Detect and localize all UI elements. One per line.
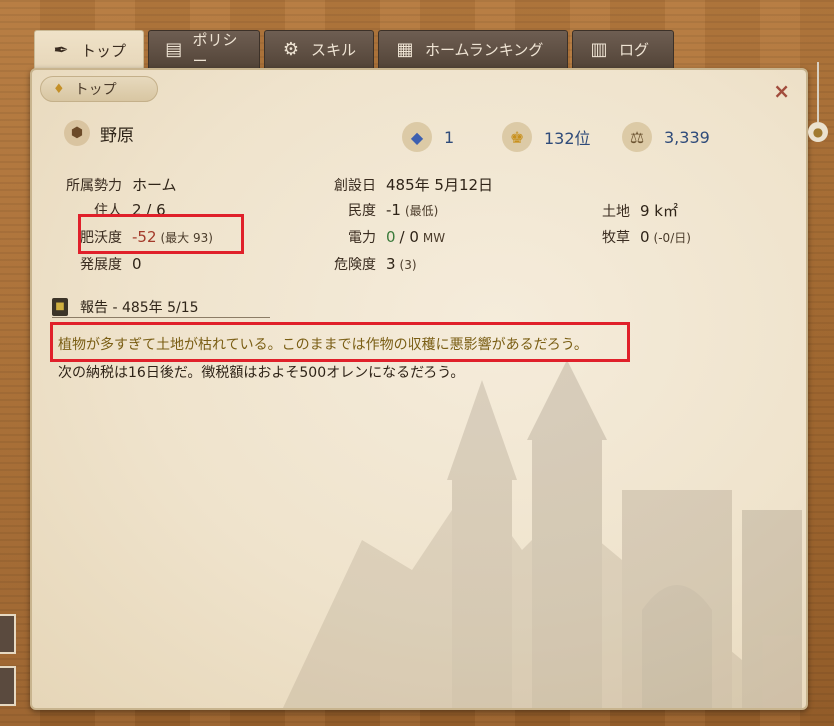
field-value: 0 xyxy=(640,228,650,246)
signpost-icon: ⬢ xyxy=(64,120,90,146)
tab-label: ポリシー xyxy=(192,30,238,70)
field-label: 所属勢力 xyxy=(66,178,122,194)
field-land: 土地 9 k㎡ xyxy=(540,200,678,221)
breadcrumb: ♦ トップ xyxy=(40,76,158,102)
field-development: 発展度 0 xyxy=(32,254,142,274)
tab-label: スキル xyxy=(311,41,357,59)
crystal-icon: ◆ xyxy=(402,122,432,152)
gear-icon: ⚙ xyxy=(282,39,300,60)
home-name: ⬢ 野原 xyxy=(64,120,134,146)
field-value: 0 xyxy=(132,255,142,273)
home-name-label: 野原 xyxy=(100,125,134,146)
trophy-icon: ♚ xyxy=(502,122,532,152)
field-value: -1 xyxy=(386,201,401,219)
report-book-icon: ■ xyxy=(52,297,68,316)
report-title: 報告 - 485年 5/15 xyxy=(80,299,199,316)
field-label: 土地 xyxy=(602,204,630,220)
balance-value: 3,339 xyxy=(664,127,710,147)
location-pin-icon: ♦ xyxy=(53,81,65,97)
ranking-book-icon: ▦ xyxy=(396,39,414,60)
side-hanger: ● xyxy=(808,62,828,152)
field-note: (3) xyxy=(399,258,417,272)
field-value: 0 xyxy=(386,228,396,246)
quill-pen-icon: ✒ xyxy=(53,40,69,61)
report-header: ■ 報告 - 485年 5/15 xyxy=(52,296,270,318)
field-label: 創設日 xyxy=(334,178,376,194)
field-power: 電力 0 / 0 MW xyxy=(286,227,445,247)
tab-label: ホームランキング xyxy=(425,41,544,59)
rank-value: 132位 xyxy=(544,129,591,148)
main-panel: ♦ トップ × ⬢ 野原 ◆ 1 ♚ 132位 ⚖ 3,339 所属勢力 ホーム… xyxy=(30,68,808,710)
scroll-icon: ▤ xyxy=(165,39,183,60)
hanger-clip-icon: ● xyxy=(808,122,828,142)
log-scroll-icon: ▥ xyxy=(590,39,608,60)
field-label: 牧草 xyxy=(602,230,630,246)
tab-label: ログ xyxy=(619,41,650,59)
report-message: 植物が多すぎて土地が枯れている。このままでは作物の収穫に悪影響があるだろう。 xyxy=(58,337,588,353)
field-label: 民度 xyxy=(348,203,376,219)
field-value: ホーム xyxy=(132,176,177,194)
crystal-stat: ◆ 1 xyxy=(402,122,454,152)
field-danger: 危険度 3 (3) xyxy=(286,254,417,274)
report-message: 次の納税は16日後だ。徴税額はおよそ500オレンになるだろう。 xyxy=(58,365,465,381)
fertility-highlight xyxy=(78,214,244,254)
scales-icon: ⚖ xyxy=(622,122,652,152)
balance-stat: ⚖ 3,339 xyxy=(622,122,710,152)
side-panel-fragment xyxy=(0,666,16,706)
field-pasture: 牧草 0 (-0/日) xyxy=(540,227,691,247)
field-note: (最低) xyxy=(404,204,439,218)
tab-log[interactable]: ▥ ログ xyxy=(572,30,674,68)
field-label: 電力 xyxy=(348,230,376,246)
field-label: 危険度 xyxy=(334,257,376,273)
field-morale: 民度 -1 (最低) xyxy=(286,200,438,220)
field-founded: 創設日 485年 5月12日 xyxy=(286,174,493,195)
field-value: 485年 5月12日 xyxy=(386,176,494,194)
field-value: 3 xyxy=(386,255,396,273)
crystal-value: 1 xyxy=(444,127,455,147)
side-panel-fragment xyxy=(0,614,16,654)
close-button[interactable]: × xyxy=(773,79,790,103)
field-unit: MW xyxy=(422,231,446,245)
field-faction: 所属勢力 ホーム xyxy=(32,174,177,195)
field-note: (-0/日) xyxy=(653,231,691,245)
tab-top[interactable]: ✒ トップ xyxy=(34,30,144,70)
tab-skill[interactable]: ⚙ スキル xyxy=(264,30,374,68)
breadcrumb-label: トップ xyxy=(74,82,117,98)
hanger-rope xyxy=(817,62,819,122)
rank-stat: ♚ 132位 xyxy=(502,122,591,152)
field-value-max: / 0 xyxy=(399,228,419,246)
field-label: 発展度 xyxy=(80,257,122,273)
tab-bar: ✒ トップ ▤ ポリシー ⚙ スキル ▦ ホームランキング ▥ ログ xyxy=(34,30,678,70)
tab-label: トップ xyxy=(81,42,127,60)
tab-policy[interactable]: ▤ ポリシー xyxy=(148,30,260,70)
tab-home-ranking[interactable]: ▦ ホームランキング xyxy=(378,30,568,68)
field-value: 9 k㎡ xyxy=(640,202,678,220)
castle-background-illustration xyxy=(282,360,802,708)
